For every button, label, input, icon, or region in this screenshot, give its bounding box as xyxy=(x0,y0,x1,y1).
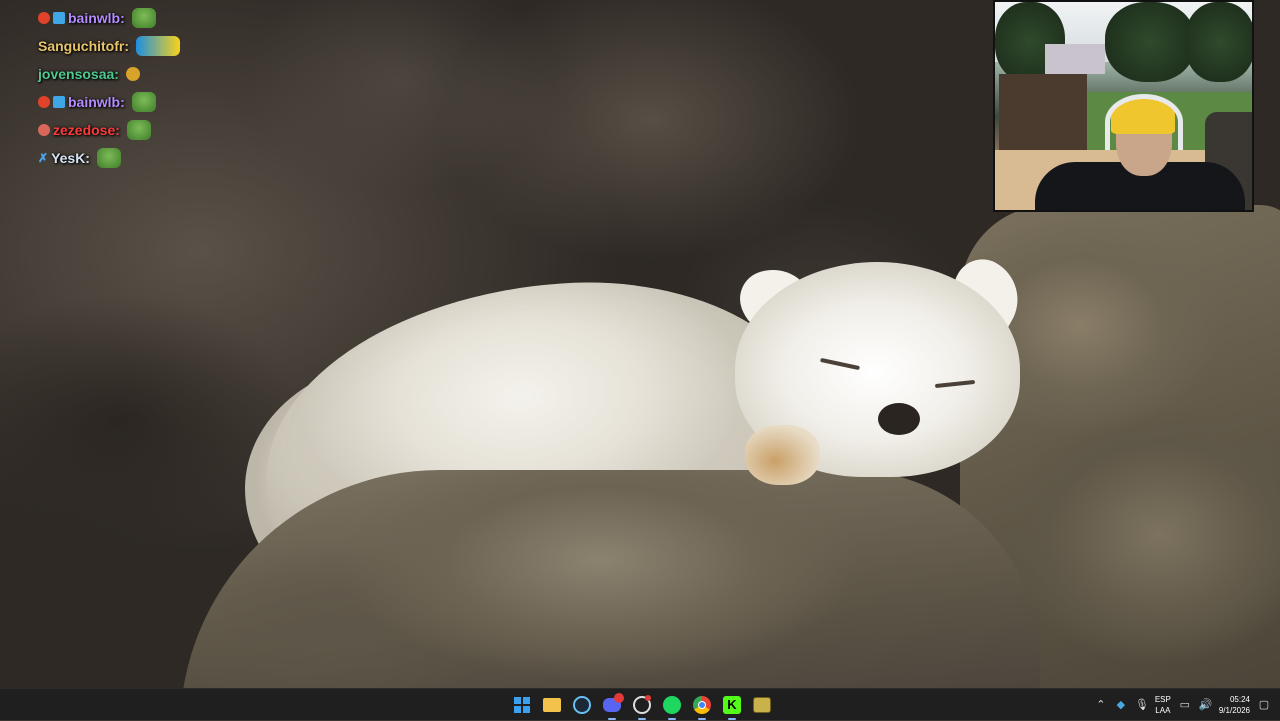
badge-icon xyxy=(38,96,50,108)
folder-icon xyxy=(543,698,561,712)
emote-icon xyxy=(125,67,140,81)
webcam-overlay xyxy=(993,0,1254,212)
windows-icon xyxy=(514,697,530,713)
game-icon xyxy=(753,697,771,713)
notification-icon[interactable]: ▢ xyxy=(1258,699,1270,711)
steam-button[interactable] xyxy=(570,693,594,717)
fox-nose xyxy=(878,403,920,435)
clock[interactable]: 05:24 9/1/2026 xyxy=(1219,694,1250,716)
chevron-up-icon[interactable]: ⌃ xyxy=(1095,699,1107,711)
microphone-icon[interactable]: 🎙 xyxy=(1135,699,1149,711)
webcam-cabinet xyxy=(999,74,1087,154)
chat-message: zezedose: xyxy=(38,116,218,144)
headphones-icon xyxy=(1105,94,1183,150)
volume-icon[interactable]: 🔊 xyxy=(1199,699,1213,711)
chat-username: jovensosaa: xyxy=(38,66,119,82)
webcam-tree xyxy=(1185,2,1252,82)
chrome-button[interactable] xyxy=(690,693,714,720)
obs-button[interactable] xyxy=(630,693,654,720)
webcam-tree xyxy=(1105,2,1195,82)
badge-icon xyxy=(53,12,65,24)
frog-emote-icon xyxy=(131,92,156,112)
live-dot-icon xyxy=(645,695,651,701)
chat-message: jovensosaa: xyxy=(38,60,218,88)
keyboard-layout: LAA xyxy=(1155,706,1171,715)
file-explorer-button[interactable] xyxy=(540,693,564,717)
kick-button[interactable]: K xyxy=(720,693,744,720)
clock-time: 05:24 xyxy=(1229,695,1250,704)
system-tray: ⌃ ◆ 🎙 ESP LAA ▭ 🔊 05:24 9/1/2026 ▢ xyxy=(1095,689,1280,721)
chat-message: Sanguchitofr: xyxy=(38,32,218,60)
chat-message: bainwlb: xyxy=(38,88,218,116)
steam-icon xyxy=(573,696,591,714)
notification-badge xyxy=(614,693,624,703)
chat-username: bainwlb: xyxy=(68,10,125,26)
chat-username: zezedose: xyxy=(53,122,120,138)
game-button[interactable] xyxy=(750,693,774,717)
sword-badge-icon: ✗ xyxy=(38,151,49,165)
chat-username: bainwlb: xyxy=(68,94,125,110)
laugh-emote-icon xyxy=(136,36,180,56)
frog-emote-icon xyxy=(131,8,156,28)
taskbar-apps: K xyxy=(510,689,774,721)
kick-icon: K xyxy=(723,696,741,714)
shield-icon[interactable]: ◆ xyxy=(1115,699,1127,711)
spotify-icon xyxy=(663,696,681,714)
fox-paw xyxy=(745,425,820,485)
chat-username: YesK: xyxy=(51,150,90,166)
chrome-icon xyxy=(693,696,711,714)
webcam-house xyxy=(1045,44,1105,74)
badge-icon xyxy=(38,124,50,136)
chat-username: Sanguchitofr: xyxy=(38,38,129,54)
chat-message: ✗ YesK: xyxy=(38,144,218,172)
clock-date: 9/1/2026 xyxy=(1218,706,1250,715)
start-button[interactable] xyxy=(510,693,534,717)
frog-emote-icon xyxy=(96,148,121,168)
frog-emote-icon xyxy=(126,120,151,140)
badge-icon xyxy=(53,96,65,108)
chat-message: bainwlb: xyxy=(38,4,218,32)
language-indicator[interactable]: ESP LAA xyxy=(1155,694,1171,716)
badge-icon xyxy=(38,12,50,24)
network-icon[interactable]: ▭ xyxy=(1179,699,1191,711)
discord-button[interactable] xyxy=(600,693,624,720)
spotify-button[interactable] xyxy=(660,693,684,720)
taskbar: K ⌃ ◆ 🎙 ESP LAA ▭ 🔊 05:24 9/1/2026 ▢ xyxy=(0,688,1280,720)
language-code: ESP xyxy=(1154,695,1171,704)
chat-overlay: bainwlb: Sanguchitofr: jovensosaa: bainw… xyxy=(38,4,218,172)
